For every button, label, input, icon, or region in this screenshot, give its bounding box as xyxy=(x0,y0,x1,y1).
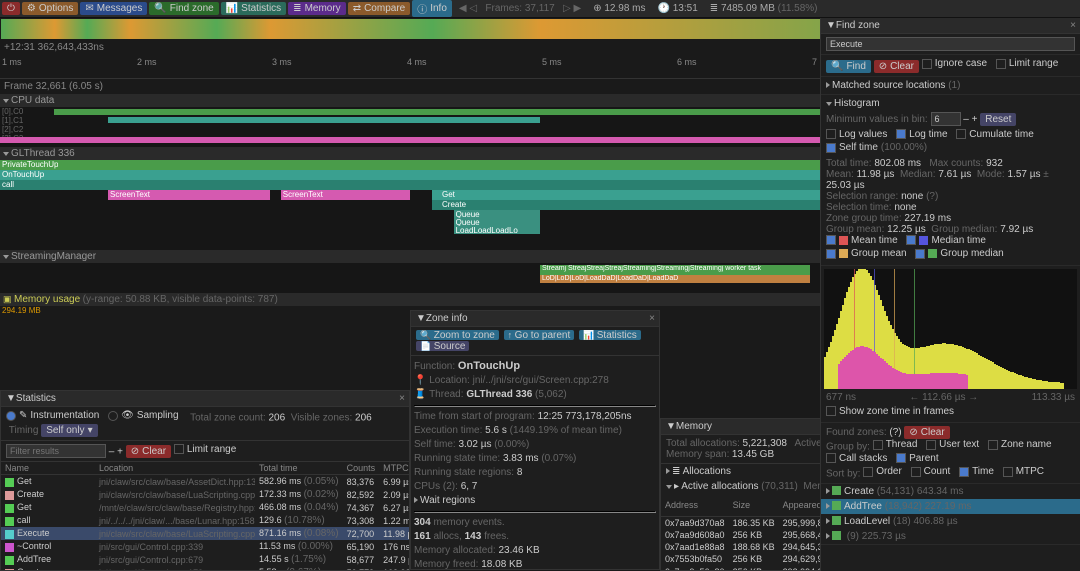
timestamp: +12:31 362,643,433ns xyxy=(4,42,104,53)
statistics-button[interactable]: 📊 Statistics xyxy=(579,330,641,340)
tick: 2 ms xyxy=(135,55,270,78)
info-button[interactable]: ⓘ Info xyxy=(412,0,452,17)
findzone-panel: ▼ Find zone× 🔍 Find ⊘ Clear Ignore case … xyxy=(820,18,1080,571)
group-item[interactable]: Create (54,131) 643.34 ms xyxy=(821,484,1080,499)
logvalues-check[interactable]: Log values xyxy=(826,129,887,140)
table-row[interactable]: Getjni/claw/src/claw/base/AssetDict.hpp:… xyxy=(1,475,409,489)
memory-label: ≣ 7485.09 MB (11.58%) xyxy=(705,3,823,14)
table-row[interactable]: Createjni/src/gui/Control.cpp:1795.58 s … xyxy=(1,566,409,570)
showframes-check[interactable]: Show zone time in frames xyxy=(826,406,954,417)
tick: 3 ms xyxy=(270,55,405,78)
clear2-button[interactable]: ⊘ Clear xyxy=(904,426,949,439)
frametime-label: ⊕ 12.98 ms xyxy=(588,3,650,14)
table-row[interactable]: ~Controljni/src/gui/Control.cpp:33911.53… xyxy=(1,540,409,553)
close-icon[interactable]: × xyxy=(399,393,405,404)
findzone-header: ▼ Find zone× xyxy=(821,18,1080,34)
group-item[interactable]: (9) 225.73 µs xyxy=(821,529,1080,544)
source-button[interactable]: 📄 Source xyxy=(416,341,469,351)
instrumentation-radio[interactable]: ✎ Instrumentation xyxy=(6,410,99,421)
zoom-button[interactable]: 🔍 Zoom to zone xyxy=(416,330,499,340)
reset-button[interactable]: Reset xyxy=(980,113,1016,126)
selftime-check[interactable]: Self time (100.00%) xyxy=(826,142,927,153)
table-row[interactable]: AddTreejni/src/gui/Control.cpp:67914.55 … xyxy=(1,553,409,566)
memory-button[interactable]: ≣ Memory xyxy=(288,2,346,15)
statistics-pane: ▼ Statistics× ✎ Instrumentation 👁 Sampli… xyxy=(0,390,410,571)
compare-button[interactable]: ⇄ Compare xyxy=(348,2,411,15)
tick: 4 ms xyxy=(405,55,540,78)
search-input[interactable] xyxy=(826,37,1075,51)
findzone-button[interactable]: 🔍 Find zone xyxy=(149,2,218,15)
minbin-input[interactable] xyxy=(931,112,961,126)
stats-header: ▼ Statistics× xyxy=(1,391,409,407)
clear-button[interactable]: ⊘ Clear xyxy=(874,60,919,73)
group-item[interactable]: LoadLevel (18) 406.88 µs xyxy=(821,514,1080,529)
messages-button[interactable]: ✉ Messages xyxy=(80,2,147,15)
close-icon[interactable]: × xyxy=(1070,20,1076,31)
histogram-section: Histogram Minimum values in bin: – + Res… xyxy=(821,95,1080,266)
waitregions-expand[interactable]: Wait regions xyxy=(414,494,656,508)
limitrange-check[interactable]: Limit range xyxy=(996,58,1058,69)
logtime-check[interactable]: Log time xyxy=(896,129,947,140)
playback-controls[interactable]: ◀ ◁ Frames: 37,117 ▷ ▶ xyxy=(454,3,586,14)
filter-input[interactable] xyxy=(6,444,106,458)
table-row[interactable]: calljni/../../../jni/claw/.../base/Lunar… xyxy=(1,514,409,527)
tick: 6 ms xyxy=(675,55,810,78)
zoneinfo-header: ▼ Zone info× xyxy=(411,311,659,327)
limitrange-check[interactable]: Limit range xyxy=(174,444,236,455)
main-toolbar: ⏻ ⚙ Options ✉ Messages 🔍 Find zone 📊 Sta… xyxy=(0,0,1080,18)
table-row[interactable]: Executejni/claw/src/claw/base/LuaScripti… xyxy=(1,527,409,540)
tick: 5 ms xyxy=(540,55,675,78)
sampling-radio[interactable]: 👁 Sampling xyxy=(108,410,178,421)
cumtime-check[interactable]: Cumulate time xyxy=(956,129,1033,140)
table-row[interactable]: Createjni/claw/src/claw/base/LuaScriptin… xyxy=(1,488,409,501)
zoneinfo-pane: ▼ Zone info× 🔍 Zoom to zone ↑ Go to pare… xyxy=(410,310,660,570)
find-button[interactable]: 🔍 Find xyxy=(826,60,871,73)
ignorecase-check[interactable]: Ignore case xyxy=(922,58,987,69)
group-item[interactable]: AddTree (18,942) 227.19 ms xyxy=(821,499,1080,514)
clock-label: 🕐 13:51 xyxy=(653,3,703,14)
tick: 1 ms xyxy=(0,55,135,78)
stats-table: Name Location Total time Counts MTPC Get… xyxy=(1,462,409,570)
clear-filter-button[interactable]: ⊘ Clear xyxy=(126,445,171,458)
exit-button[interactable]: ⏻ xyxy=(2,2,20,15)
options-button[interactable]: ⚙ Options xyxy=(22,2,78,15)
goparent-button[interactable]: ↑ Go to parent xyxy=(504,330,575,340)
timing-dropdown[interactable]: Self only ▾ xyxy=(41,424,97,437)
matched-sources[interactable]: Matched source locations (1) xyxy=(821,77,1080,95)
table-row[interactable]: Get/mnt/e/claw/src/claw/base/Registry.hp… xyxy=(1,501,409,514)
histogram-chart[interactable] xyxy=(824,269,1077,389)
statistics-button[interactable]: 📊 Statistics xyxy=(221,2,286,15)
close-icon[interactable]: × xyxy=(649,313,655,324)
